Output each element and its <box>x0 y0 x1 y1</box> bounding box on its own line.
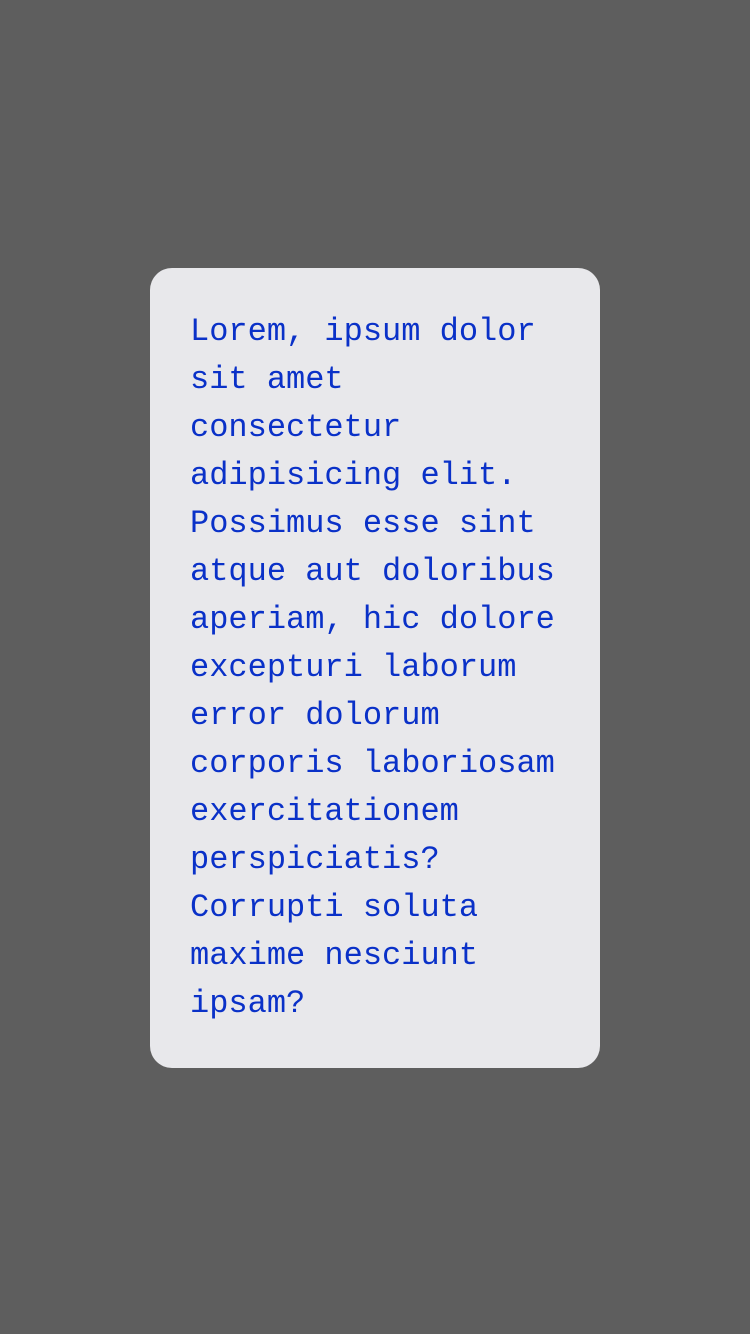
text-card: Lorem, ipsum dolor sit amet consectetur … <box>150 268 600 1068</box>
card-body-text: Lorem, ipsum dolor sit amet consectetur … <box>190 313 555 1022</box>
